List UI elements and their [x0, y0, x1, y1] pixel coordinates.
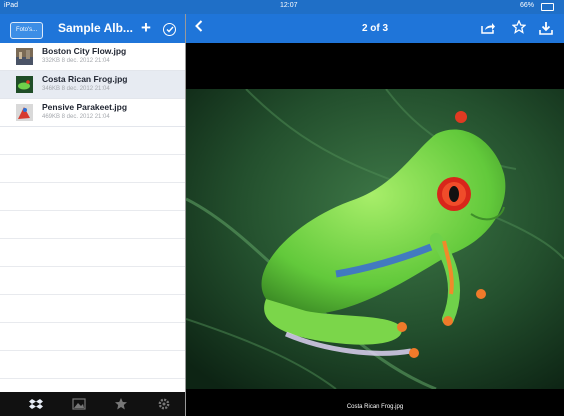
- settings-icon[interactable]: [157, 397, 171, 411]
- file-meta: 332KB 8 dec. 2012 21:04: [42, 58, 110, 64]
- photo-counter: 2 of 3: [361, 23, 389, 34]
- file-name: Boston City Flow.jpg: [42, 46, 127, 56]
- status-time: 12:07: [280, 2, 298, 9]
- empty-row: [0, 323, 186, 351]
- file-row-parakeet[interactable]: Pensive Parakeet.jpg 469KB 8 dec. 2012 2…: [0, 99, 186, 127]
- photo-viewer[interactable]: Costa Rican Frog.jpg: [186, 43, 564, 416]
- file-name: Pensive Parakeet.jpg: [42, 102, 128, 112]
- add-button[interactable]: +: [141, 18, 151, 38]
- album-sidebar: Foto's... Sample Alb... + Boston City Fl…: [0, 14, 186, 416]
- back-chevron-icon[interactable]: [195, 19, 203, 37]
- empty-row: [0, 127, 186, 155]
- frog-photo: [186, 89, 564, 389]
- status-bar: iPad 12:07 66%: [0, 0, 564, 14]
- photo-caption: Costa Rican Frog.jpg: [346, 404, 404, 410]
- device-label: iPad: [4, 2, 19, 9]
- empty-row: [0, 267, 186, 295]
- dropbox-icon[interactable]: [29, 397, 43, 411]
- thumbnail-parakeet: [16, 104, 33, 121]
- thumbnail-city: [16, 48, 33, 65]
- album-title: Sample Alb...: [58, 21, 133, 35]
- empty-row: [0, 239, 186, 267]
- battery-icon: [541, 3, 554, 11]
- download-icon[interactable]: [539, 21, 553, 35]
- empty-row: [0, 295, 186, 323]
- file-name: Costa Rican Frog.jpg: [42, 74, 128, 84]
- photos-icon[interactable]: [72, 397, 86, 411]
- battery-level: 66%: [520, 2, 535, 9]
- empty-row: [0, 351, 186, 379]
- select-mode-button[interactable]: [163, 23, 176, 36]
- file-row-frog[interactable]: Costa Rican Frog.jpg 346KB 8 dec. 2012 2…: [0, 71, 186, 99]
- checkmark-icon: [166, 26, 174, 33]
- empty-row: [0, 155, 186, 183]
- tab-bar: [0, 392, 186, 416]
- back-to-photos-button[interactable]: Foto's...: [10, 22, 44, 39]
- file-list: Boston City Flow.jpg 332KB 8 dec. 2012 2…: [0, 43, 186, 407]
- empty-row: [0, 211, 186, 239]
- thumbnail-frog: [16, 76, 33, 93]
- file-meta: 469KB 8 dec. 2012 21:04: [42, 114, 110, 120]
- sidebar-header: Foto's... Sample Alb... +: [0, 14, 186, 43]
- favorites-icon[interactable]: [114, 397, 128, 411]
- empty-row: [0, 183, 186, 211]
- star-icon[interactable]: [512, 20, 526, 34]
- file-meta: 346KB 8 dec. 2012 21:04: [42, 86, 110, 92]
- file-row-boston[interactable]: Boston City Flow.jpg 332KB 8 dec. 2012 2…: [0, 43, 186, 71]
- share-icon[interactable]: [481, 22, 495, 34]
- viewer-toolbar: 2 of 3: [186, 14, 564, 43]
